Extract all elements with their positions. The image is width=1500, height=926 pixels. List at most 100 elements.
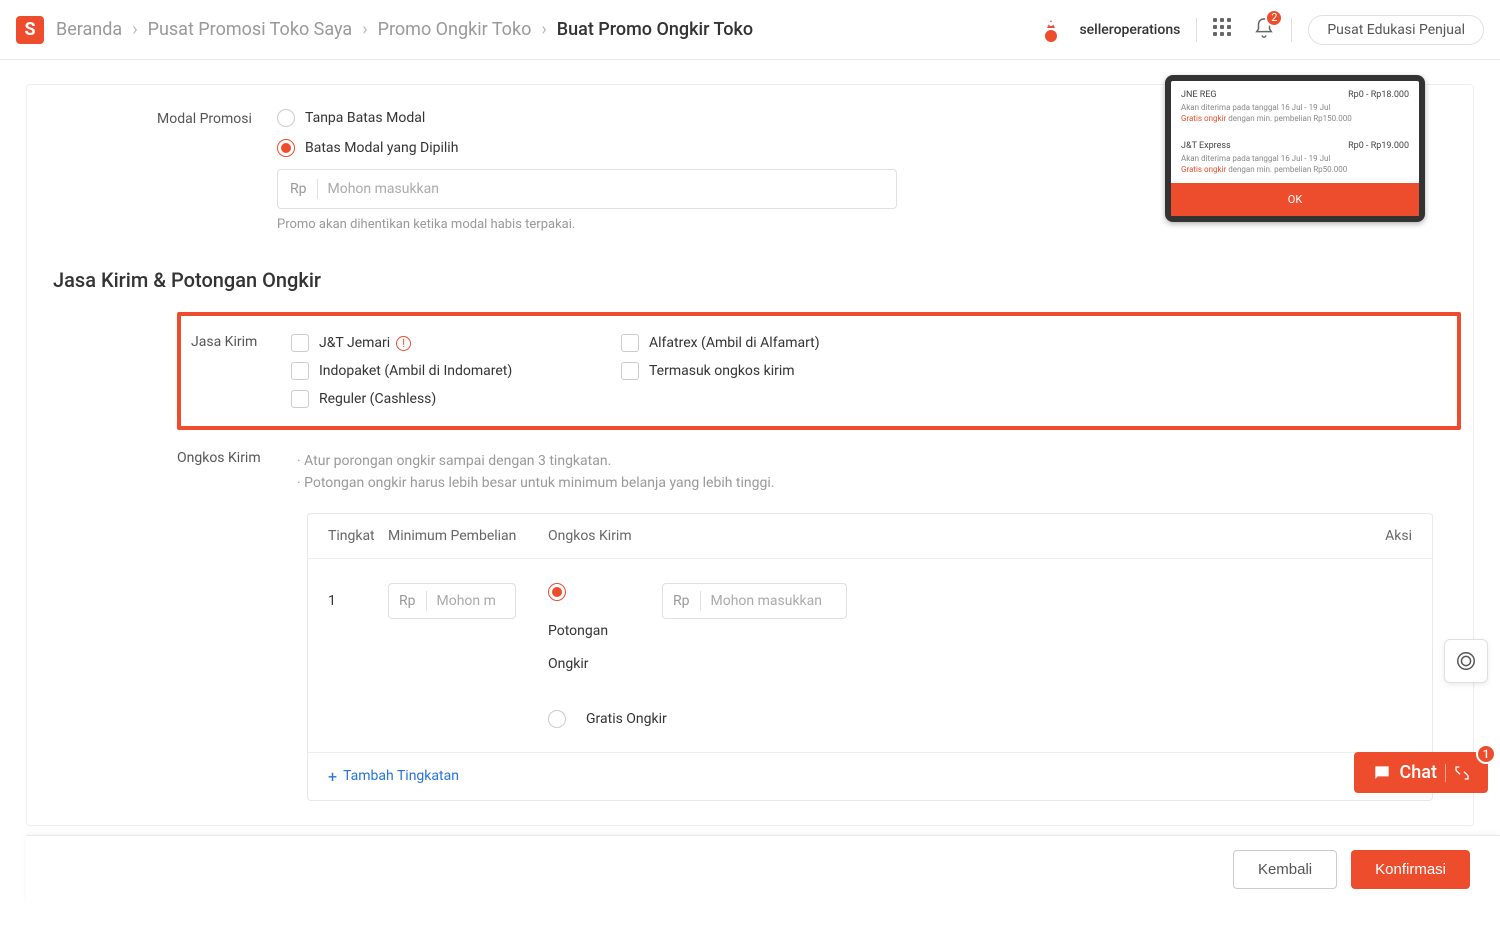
- ongkir-label: Ongkos Kirim: [177, 450, 297, 495]
- jasa-opt-indopaket[interactable]: Indopaket (Ambil di Indomaret): [291, 362, 621, 380]
- currency-prefix: Rp: [673, 593, 690, 609]
- apps-grid-icon[interactable]: [1213, 18, 1237, 42]
- expand-icon: [1454, 765, 1470, 781]
- tier-number: 1: [328, 583, 388, 609]
- col-aksi: Aksi: [1352, 528, 1412, 544]
- ongkir-note-1: · Atur porongan ongkir sampai dengan 3 t…: [297, 450, 774, 472]
- seller-avatar-icon[interactable]: [1039, 18, 1063, 42]
- preview-free-2: Gratis ongkir: [1181, 165, 1226, 174]
- tier-row-1: 1 Rp Mohon m Potongan Ongkir: [308, 559, 1432, 753]
- jasa-opt-label: Indopaket (Ambil di Indomaret): [319, 363, 512, 379]
- chat-badge: 1: [1476, 744, 1496, 764]
- edu-search-pill[interactable]: Pusat Edukasi Penjual: [1308, 15, 1484, 45]
- preview-courier-1: JNE REG: [1181, 89, 1217, 102]
- confirm-button[interactable]: Konfirmasi: [1351, 850, 1470, 889]
- col-tingkat: Tingkat: [328, 528, 388, 544]
- divider: [1291, 18, 1292, 42]
- preview-eta-1: Akan diterima pada tanggal 16 Jul - 19 J…: [1181, 102, 1409, 113]
- modal-amount-input[interactable]: Rp Mohon masukkan: [277, 169, 897, 209]
- preview-cond-1: dengan min. pembelian Rp150.000: [1226, 114, 1352, 123]
- radio-checked-icon: [277, 139, 295, 157]
- ongkir-notes: · Atur porongan ongkir sampai dengan 3 t…: [297, 450, 774, 495]
- mobile-frame: JNE REG Rp0 - Rp18.000 Akan diterima pada…: [1165, 75, 1425, 222]
- form-card: JNE REG Rp0 - Rp18.000 Akan diterima pada…: [26, 84, 1474, 826]
- jasa-opt-alfatrex[interactable]: Alfatrex (Ambil di Alfamart): [621, 334, 951, 352]
- breadcrumb-promo-ongkir[interactable]: Promo Ongkir Toko: [378, 19, 532, 40]
- breadcrumb-home[interactable]: Beranda: [56, 19, 122, 40]
- breadcrumb-current: Buat Promo Ongkir Toko: [557, 19, 753, 40]
- notification-badge: 2: [1265, 9, 1283, 27]
- main: JNE REG Rp0 - Rp18.000 Akan diterima pada…: [0, 84, 1500, 926]
- potongan-label: Potongan Ongkir: [548, 615, 648, 682]
- top-bar: S Beranda › Pusat Promosi Toko Saya › Pr…: [0, 0, 1500, 60]
- radio-icon: [277, 109, 295, 127]
- jasa-options-grid: J&T Jemari ! Alfatrex (Ambil di Alfamart…: [291, 334, 951, 408]
- ongkir-note-2: · Potongan ongkir harus lebih besar untu…: [297, 472, 774, 494]
- radio-checked-icon: [548, 583, 566, 601]
- shopee-logo-icon[interactable]: S: [16, 16, 44, 44]
- gratis-label: Gratis Ongkir: [586, 711, 667, 727]
- chat-button[interactable]: Chat 1: [1354, 752, 1488, 793]
- jasa-opt-termasuk[interactable]: Termasuk ongkos kirim: [621, 362, 951, 380]
- jasa-label: Jasa Kirim: [191, 334, 291, 408]
- chevron-right-icon: ›: [541, 19, 546, 40]
- bell-icon: [1253, 27, 1275, 43]
- jasa-opt-reguler[interactable]: Reguler (Cashless): [291, 390, 621, 408]
- chat-icon: [1372, 763, 1392, 783]
- preview-ok-button: OK: [1171, 183, 1419, 216]
- jasa-opt-jt-jemari[interactable]: J&T Jemari !: [291, 334, 621, 352]
- checkbox-icon: [621, 334, 639, 352]
- section-title: Jasa Kirim & Potongan Ongkir: [53, 268, 1473, 292]
- preview-cond-2: dengan min. pembelian Rp50.000: [1226, 165, 1347, 174]
- col-minimum: Minimum Pembelian: [388, 528, 548, 544]
- checkbox-icon: [621, 362, 639, 380]
- ongkir-opt-gratis[interactable]: Gratis Ongkir: [548, 710, 868, 728]
- jasa-opt-label: Termasuk ongkos kirim: [649, 363, 795, 379]
- min-placeholder: Mohon m: [437, 593, 496, 609]
- modal-placeholder: Mohon masukkan: [328, 181, 439, 197]
- bottom-action-bar: Kembali Konfirmasi: [26, 835, 1500, 903]
- divider: [1196, 18, 1197, 42]
- tier-footer: + Tambah Tingkatan: [308, 753, 1432, 800]
- preview-eta-2: Akan diterima pada tanggal 16 Jul - 19 J…: [1181, 153, 1409, 164]
- top-right: selleroperations 2 Pusat Edukasi Penjual: [1039, 15, 1484, 45]
- chat-divider: [1445, 764, 1446, 782]
- modal-opt1-label: Tanpa Batas Modal: [305, 110, 425, 126]
- preview-courier-2: J&T Express: [1181, 140, 1231, 153]
- add-tier-button[interactable]: + Tambah Tingkatan: [328, 767, 459, 786]
- ongkos-kirim-row: Ongkos Kirim · Atur porongan ongkir samp…: [27, 450, 1473, 495]
- currency-prefix: Rp: [290, 181, 307, 197]
- checkbox-icon: [291, 334, 309, 352]
- chevron-right-icon: ›: [362, 19, 367, 40]
- discount-placeholder: Mohon masukkan: [711, 593, 822, 609]
- warning-icon: !: [396, 336, 411, 351]
- chat-label: Chat: [1400, 762, 1437, 783]
- jasa-kirim-highlight-box: Jasa Kirim J&T Jemari ! Alfatrex (Ambil …: [177, 312, 1461, 430]
- discount-amount-input[interactable]: Rp Mohon masukkan: [662, 583, 847, 619]
- min-purchase-input[interactable]: Rp Mohon m: [388, 583, 516, 619]
- breadcrumb-promo-center[interactable]: Pusat Promosi Toko Saya: [148, 19, 353, 40]
- jasa-opt-label: Reguler (Cashless): [319, 391, 436, 407]
- headset-icon: [1455, 650, 1477, 672]
- preview-free-1: Gratis ongkir: [1181, 114, 1226, 123]
- add-tier-label: Tambah Tingkatan: [343, 768, 459, 784]
- chevron-right-icon: ›: [132, 19, 137, 40]
- checkbox-icon: [291, 362, 309, 380]
- col-ongkir: Ongkos Kirim: [548, 528, 868, 544]
- tier-header: Tingkat Minimum Pembelian Ongkos Kirim A…: [308, 514, 1432, 559]
- preview-price-2: Rp0 - Rp19.000: [1348, 140, 1409, 153]
- input-divider: [700, 591, 701, 611]
- mobile-preview: JNE REG Rp0 - Rp18.000 Akan diterima pada…: [1165, 75, 1425, 222]
- back-button[interactable]: Kembali: [1233, 850, 1337, 889]
- ongkir-opt-potongan[interactable]: Potongan Ongkir: [548, 583, 648, 682]
- breadcrumb: Beranda › Pusat Promosi Toko Saya › Prom…: [56, 19, 753, 40]
- preview-shipping-1: JNE REG Rp0 - Rp18.000 Akan diterima pada…: [1171, 81, 1419, 132]
- help-button[interactable]: [1444, 639, 1488, 683]
- currency-prefix: Rp: [399, 593, 416, 609]
- input-divider: [426, 591, 427, 611]
- input-divider: [317, 179, 318, 199]
- preview-price-1: Rp0 - Rp18.000: [1348, 89, 1409, 102]
- jasa-opt-label: Alfatrex (Ambil di Alfamart): [649, 335, 820, 351]
- seller-name[interactable]: selleroperations: [1079, 22, 1180, 38]
- notifications-button[interactable]: 2: [1253, 17, 1275, 43]
